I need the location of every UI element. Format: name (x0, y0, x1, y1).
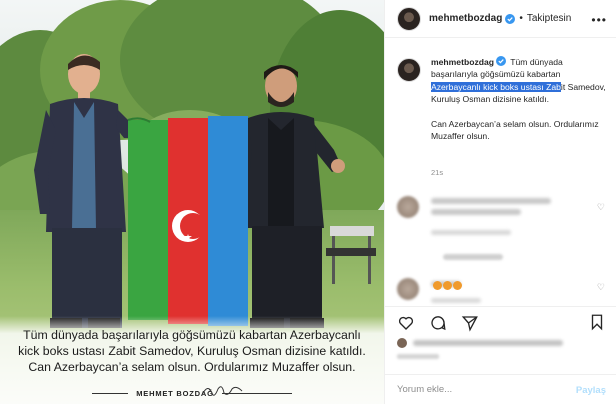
post-comment-button[interactable]: Paylaş (576, 385, 606, 396)
follow-status[interactable]: Takiptesin (527, 13, 571, 24)
post-actions (385, 306, 616, 338)
blurred-post-date (397, 354, 439, 359)
caption-line: kick boks ustası Zabit Samedov, Kuruluş … (18, 344, 366, 358)
avatar[interactable] (397, 6, 421, 31)
likes-summary (397, 338, 563, 348)
comment-input[interactable] (397, 384, 557, 395)
share-icon[interactable] (461, 314, 479, 332)
comment-icon[interactable] (429, 314, 447, 332)
avatar[interactable] (397, 58, 421, 82)
post-photo[interactable]: Tüm dünyada başarılarıyla göğsümüzü kaba… (0, 0, 384, 404)
header-username[interactable]: mehmetbozdag (429, 13, 502, 24)
emoji-icon (443, 281, 452, 290)
heart-icon[interactable]: ♡ (597, 282, 605, 293)
signature-graphic (201, 386, 243, 396)
post-sidebar: mehmetbozdag • Takiptesin ••• mehmetbozd… (384, 0, 616, 404)
post-header: mehmetbozdag • Takiptesin ••• (385, 0, 616, 38)
selected-text[interactable]: Azerbaycanlı kick boks ustası Zab (431, 81, 561, 92)
verified-badge-icon (496, 56, 507, 66)
caption-line: Can Azerbaycan’a selam olsun. Ordularımı… (28, 360, 356, 374)
heart-icon[interactable] (397, 314, 415, 332)
separator-dot: • (519, 13, 523, 24)
emoji-reaction (433, 281, 462, 290)
caption-text: mehmetbozdag Tüm dünyada başarılarıyla g… (431, 56, 609, 142)
commenter-avatar[interactable] (397, 278, 419, 300)
verified-badge-icon (505, 13, 516, 24)
blurred-comment-text (431, 209, 521, 215)
caption-line: Tüm dünyada başarılarıyla göğsümüzü kaba… (23, 328, 361, 342)
blurred-likes-text[interactable] (413, 340, 563, 346)
blurred-replies-link[interactable] (443, 254, 503, 260)
heart-icon[interactable]: ♡ (597, 202, 605, 213)
caption-text-part: Can Azerbaycan’a selam olsun. Ordularımı… (431, 118, 599, 142)
post-time: 21s (431, 168, 444, 177)
photo-footer: MEHMET BOZDAĞ (0, 386, 384, 400)
caption-username[interactable]: mehmetbozdag (431, 57, 494, 67)
blurred-comment-meta (431, 298, 481, 303)
footer-divider (92, 392, 129, 394)
commenter-avatar[interactable] (397, 196, 419, 218)
blurred-comment-meta (431, 230, 511, 235)
emoji-icon (433, 281, 442, 290)
avatar (397, 338, 407, 348)
photo-caption: Tüm dünyada başarılarıyla göğsümüzü kaba… (8, 327, 376, 375)
blurred-comment-text (431, 198, 551, 204)
post-caption: mehmetbozdag Tüm dünyada başarılarıyla g… (397, 56, 609, 142)
bookmark-icon[interactable] (588, 313, 606, 331)
more-dots-icon[interactable]: ••• (591, 13, 607, 27)
emoji-icon (453, 281, 462, 290)
